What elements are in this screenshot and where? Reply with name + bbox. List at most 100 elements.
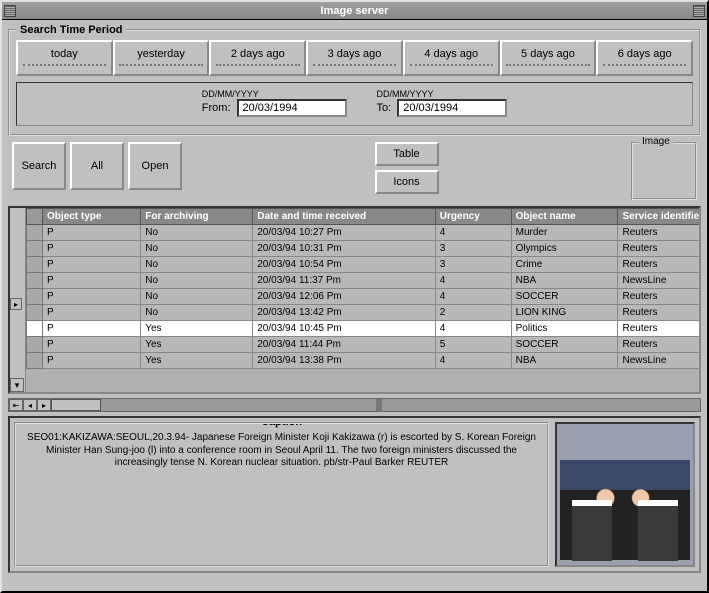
cell: 2	[435, 305, 511, 321]
cell: No	[141, 273, 253, 289]
scroll-down-icon[interactable]: ▾	[10, 378, 24, 392]
hscroll-track[interactable]	[51, 399, 700, 411]
cell: 4	[435, 225, 511, 241]
col-header-2[interactable]: Date and time received	[253, 209, 436, 225]
search-button[interactable]: Search	[12, 142, 66, 190]
cell: P	[43, 241, 141, 257]
table-row[interactable]: PYes20/03/94 13:38 Pm4NBANewsLine20/03/9…	[27, 353, 700, 369]
thumbnail-image	[560, 460, 690, 560]
cell: Olympics	[511, 241, 618, 257]
col-header-1[interactable]: For archiving	[141, 209, 253, 225]
from-date-input[interactable]	[237, 99, 347, 117]
thumbnail-box[interactable]	[555, 422, 695, 567]
cell: 4	[435, 321, 511, 337]
cell: Crime	[511, 257, 618, 273]
cell: Reuters	[618, 321, 699, 337]
hscroll-left-end-icon[interactable]: ⇤	[9, 399, 23, 411]
cell: P	[43, 273, 141, 289]
period-button-5[interactable]: 5 days ago	[500, 40, 597, 76]
caption-legend: Caption	[255, 422, 308, 428]
col-header-0[interactable]: Object type	[43, 209, 141, 225]
cell: 20/03/94 11:44 Pm	[253, 337, 436, 353]
row-handle[interactable]	[27, 289, 43, 305]
table-row[interactable]: PNo20/03/94 10:27 Pm4MurderReuters20/03/…	[27, 225, 700, 241]
window-title: Image server	[321, 5, 389, 17]
cell: P	[43, 321, 141, 337]
table-vscroll[interactable]: ▸ ▾	[10, 208, 26, 392]
window-resize-icon[interactable]	[693, 5, 705, 17]
cell: 3	[435, 257, 511, 273]
all-button[interactable]: All	[70, 142, 124, 190]
cell: P	[43, 257, 141, 273]
to-date-input[interactable]	[397, 99, 507, 117]
cell: P	[43, 225, 141, 241]
table-hscroll[interactable]: ⇤ ◂ ▸	[8, 398, 701, 412]
row-handle[interactable]	[27, 337, 43, 353]
period-buttons: todayyesterday2 days ago3 days ago4 days…	[16, 40, 693, 76]
cell: SOCCER	[511, 337, 618, 353]
row-handle[interactable]	[27, 257, 43, 273]
cell: 20/03/94 13:42 Pm	[253, 305, 436, 321]
cell: P	[43, 305, 141, 321]
cell: Reuters	[618, 305, 699, 321]
cell: 20/03/94 10:54 Pm	[253, 257, 436, 273]
row-handle[interactable]	[27, 241, 43, 257]
row-handle[interactable]	[27, 353, 43, 369]
hscroll-left-icon[interactable]: ◂	[23, 399, 37, 411]
image-preview-box: Image	[631, 142, 697, 200]
row-handle[interactable]	[27, 321, 43, 337]
cell: NBA	[511, 353, 618, 369]
hscroll-right-icon[interactable]: ▸	[37, 399, 51, 411]
col-header-3[interactable]: Urgency	[435, 209, 511, 225]
cell: P	[43, 289, 141, 305]
cell: Yes	[141, 321, 253, 337]
cell: Reuters	[618, 337, 699, 353]
cell: Reuters	[618, 241, 699, 257]
row-handle-header	[27, 209, 43, 225]
hscroll-thumb[interactable]	[51, 399, 101, 411]
col-header-5[interactable]: Service identifier	[618, 209, 699, 225]
row-marker-icon[interactable]: ▸	[10, 298, 22, 310]
open-button[interactable]: Open	[128, 142, 182, 190]
table-view-button[interactable]: Table	[375, 142, 439, 166]
period-button-1[interactable]: yesterday	[113, 40, 210, 76]
cell: 20/03/94 12:06 Pm	[253, 289, 436, 305]
period-button-2[interactable]: 2 days ago	[209, 40, 306, 76]
icons-view-button[interactable]: Icons	[375, 170, 439, 194]
row-handle[interactable]	[27, 273, 43, 289]
period-button-0[interactable]: today	[16, 40, 113, 76]
table-row[interactable]: PNo20/03/94 11:37 Pm4NBANewsLine20/03/94…	[27, 273, 700, 289]
cell: Reuters	[618, 289, 699, 305]
table-row[interactable]: PYes20/03/94 11:44 Pm5SOCCERReuters20/03…	[27, 337, 700, 353]
results-table: Object typeFor archivingDate and time re…	[26, 208, 699, 369]
period-button-4[interactable]: 4 days ago	[403, 40, 500, 76]
cell: No	[141, 241, 253, 257]
table-row[interactable]: PYes20/03/94 10:45 Pm4PoliticsReuters20/…	[27, 321, 700, 337]
row-handle[interactable]	[27, 305, 43, 321]
cell: 20/03/94 13:38 Pm	[253, 353, 436, 369]
cell: 20/03/94 10:31 Pm	[253, 241, 436, 257]
table-row[interactable]: PNo20/03/94 13:42 Pm2LION KINGReuters20/…	[27, 305, 700, 321]
col-header-4[interactable]: Object name	[511, 209, 618, 225]
cell: Yes	[141, 337, 253, 353]
cell: 20/03/94 10:27 Pm	[253, 225, 436, 241]
hscroll-tick-icon	[376, 399, 382, 411]
cell: P	[43, 337, 141, 353]
image-box-legend: Image	[639, 136, 673, 147]
cell: Reuters	[618, 225, 699, 241]
date-range-row: DD/MM/YYYY From: DD/MM/YYYY To:	[16, 82, 693, 126]
row-handle[interactable]	[27, 225, 43, 241]
table-row[interactable]: PNo20/03/94 10:54 Pm3CrimeReuters20/03/9…	[27, 257, 700, 273]
results-table-container: ▸ ▾ Object typeFor archivingDate and tim…	[8, 206, 701, 394]
period-button-6[interactable]: 6 days ago	[596, 40, 693, 76]
caption-text: SEO01:KAKIZAWA:SEOUL,20.3.94- Japanese F…	[22, 428, 541, 470]
from-hint: DD/MM/YYYY	[202, 89, 259, 99]
table-row[interactable]: PNo20/03/94 10:31 Pm3OlympicsReuters20/0…	[27, 241, 700, 257]
table-row[interactable]: PNo20/03/94 12:06 Pm4SOCCERReuters20/03/…	[27, 289, 700, 305]
cell: Politics	[511, 321, 618, 337]
period-button-3[interactable]: 3 days ago	[306, 40, 403, 76]
cell: 4	[435, 289, 511, 305]
cell: Reuters	[618, 257, 699, 273]
cell: 20/03/94 11:37 Pm	[253, 273, 436, 289]
window-menu-icon[interactable]	[4, 5, 16, 17]
